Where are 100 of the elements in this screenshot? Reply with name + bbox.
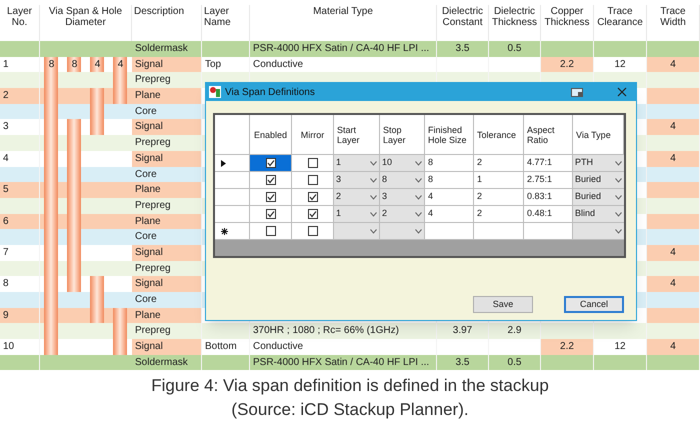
- table-cell: [541, 41, 594, 57]
- table-cell: [647, 229, 700, 245]
- grid-cell[interactable]: [292, 155, 334, 172]
- row-header[interactable]: [215, 223, 250, 240]
- column-header: Aspect Ratio: [524, 115, 573, 155]
- grid-cell[interactable]: [250, 172, 292, 189]
- table-cell: [202, 354, 250, 370]
- table-cell: [437, 56, 489, 72]
- app-icon: [209, 86, 221, 98]
- grid-cell[interactable]: [292, 189, 334, 206]
- dropdown[interactable]: Buried: [573, 189, 624, 206]
- table-cell: 2: [0, 88, 40, 104]
- checkbox[interactable]: [266, 226, 276, 236]
- checkbox[interactable]: [308, 209, 318, 219]
- table-cell: [489, 56, 541, 72]
- checkbox[interactable]: [308, 158, 318, 168]
- grid-cell[interactable]: 8: [425, 172, 474, 189]
- table-cell: 4: [0, 150, 40, 166]
- dropdown[interactable]: 3: [334, 172, 380, 189]
- grid-cell[interactable]: 4: [425, 206, 474, 223]
- grid-cell[interactable]: [292, 223, 334, 240]
- dropdown[interactable]: 2: [334, 189, 380, 206]
- close-icon[interactable]: [617, 87, 627, 97]
- grid-cell[interactable]: 8: [425, 155, 474, 172]
- dropdown[interactable]: 2: [380, 206, 425, 223]
- table-cell: Plane: [132, 214, 202, 230]
- grid-cell[interactable]: 4: [425, 189, 474, 206]
- caption-line: (Source: iCD Stackup Planner).: [231, 399, 469, 421]
- table-cell: [202, 41, 250, 57]
- dialog-button[interactable]: Cancel: [564, 296, 624, 313]
- table-cell: Signal: [132, 244, 202, 261]
- table-cell: PSR-4000 HFX Satin / CA-40 HF LPI ...: [250, 354, 437, 370]
- table-cell: Signal: [132, 119, 202, 136]
- column-header: Mirror: [292, 115, 334, 155]
- checkbox[interactable]: [266, 192, 276, 202]
- grid-cell[interactable]: 2.75:1: [524, 172, 573, 189]
- dropdown[interactable]: 1: [334, 206, 380, 223]
- dropdown[interactable]: Blind: [573, 206, 624, 223]
- window-icon[interactable]: [571, 88, 583, 96]
- dropdown[interactable]: 1: [334, 155, 380, 172]
- checkbox[interactable]: [266, 175, 276, 185]
- table-cell: [0, 41, 40, 57]
- table-cell: [0, 198, 40, 214]
- table-cell: Core: [132, 292, 202, 308]
- grid-cell[interactable]: [250, 206, 292, 223]
- table-cell: Core: [132, 229, 202, 245]
- grid-cell[interactable]: [425, 223, 474, 240]
- grid-cell[interactable]: [474, 223, 524, 240]
- table-cell: 3.97: [437, 323, 489, 340]
- via-span-cell: 4: [109, 56, 132, 72]
- dropdown[interactable]: 3: [380, 189, 425, 206]
- table-cell: Soldermask: [132, 41, 202, 57]
- table-cell: 4: [647, 150, 700, 166]
- grid-cell[interactable]: 2: [474, 206, 524, 223]
- grid-cell[interactable]: 2: [474, 155, 524, 172]
- table-cell: [541, 323, 594, 340]
- table-cell: 4: [647, 276, 700, 292]
- table-cell: [647, 198, 700, 214]
- table-cell: 4: [647, 244, 700, 261]
- checkbox[interactable]: [308, 175, 318, 185]
- dropdown[interactable]: PTH: [573, 155, 624, 172]
- checkbox[interactable]: [266, 158, 276, 168]
- table-cell: [0, 229, 40, 245]
- table-cell: Core: [132, 104, 202, 120]
- grid-cell[interactable]: 1: [474, 172, 524, 189]
- checkbox[interactable]: [266, 209, 276, 219]
- dropdown[interactable]: 8: [380, 172, 425, 189]
- grid-cell[interactable]: [292, 172, 334, 189]
- grid-cell[interactable]: 2: [474, 189, 524, 206]
- table-cell: [0, 323, 40, 340]
- table-cell: [0, 166, 40, 182]
- grid-cell[interactable]: 4.77:1: [524, 155, 573, 172]
- grid-cell[interactable]: [292, 206, 334, 223]
- table-cell: Prepreg: [132, 135, 202, 151]
- checkbox[interactable]: [308, 226, 318, 236]
- column-header: Finished Hole Size: [425, 115, 474, 155]
- table-cell: 2.2: [541, 339, 594, 355]
- grid-cell[interactable]: [250, 223, 292, 240]
- grid-cell[interactable]: [524, 223, 573, 240]
- grid-cell[interactable]: 0.83:1: [524, 189, 573, 206]
- table-cell: Soldermask: [132, 354, 202, 370]
- checkbox[interactable]: [308, 192, 318, 202]
- dropdown[interactable]: Buried: [573, 172, 624, 189]
- table-cell: 9: [0, 308, 40, 324]
- table-cell: Signal: [132, 56, 202, 72]
- table-cell: 8: [0, 276, 40, 292]
- table-cell: 12: [594, 56, 647, 72]
- dropdown[interactable]: 10: [380, 155, 425, 172]
- dialog-button[interactable]: Save: [473, 296, 533, 313]
- table-cell: Prepreg: [132, 198, 202, 214]
- grid-cell[interactable]: [250, 155, 292, 172]
- table-cell: 1: [0, 56, 40, 72]
- grid-cell[interactable]: [250, 189, 292, 206]
- table-cell: Conductive: [250, 56, 437, 72]
- table-cell: Plane: [132, 88, 202, 104]
- grid-cell[interactable]: 0.48:1: [524, 206, 573, 223]
- table-cell: [541, 354, 594, 370]
- table-cell: [647, 104, 700, 120]
- table-cell: [647, 260, 700, 276]
- row-header[interactable]: [215, 155, 250, 172]
